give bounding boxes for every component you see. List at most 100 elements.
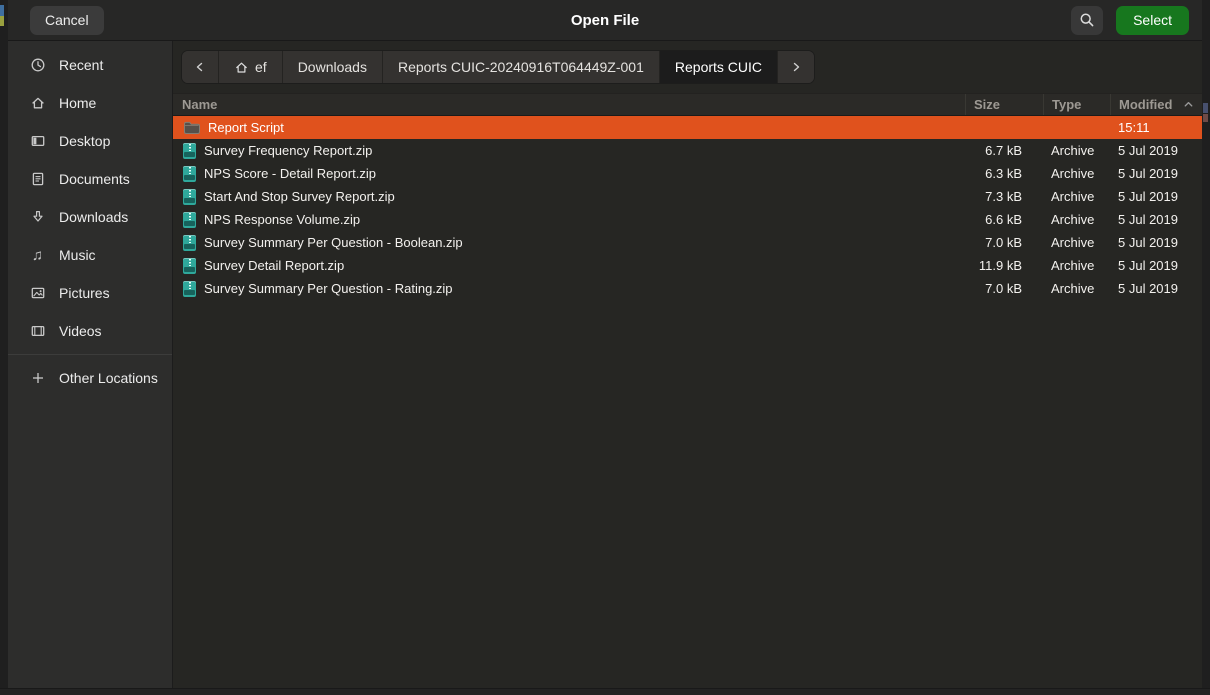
path-segment-label: Downloads [298,59,367,75]
file-modified: 5 Jul 2019 [1110,166,1202,181]
sidebar-item-label: Home [59,95,96,111]
chevron-left-icon [193,60,207,74]
dialog-body: Recent Home Desktop Documents [8,41,1202,688]
document-icon [29,171,46,188]
path-segment-label: ef [255,59,267,75]
open-file-dialog: Open File Cancel Select Recent Home [8,0,1202,688]
background-window-edge [0,16,4,26]
sidebar-item-documents[interactable]: Documents [8,160,172,198]
music-note-icon: ♫ [29,247,46,264]
file-row-report-script[interactable]: Report Script 15:11 [173,116,1202,139]
file-row[interactable]: Start And Stop Survey Report.zip 7.3 kB … [173,185,1202,208]
sort-ascending-icon [1182,98,1195,111]
sidebar-item-pictures[interactable]: Pictures [8,274,172,312]
file-name: NPS Response Volume.zip [204,212,360,227]
file-modified: 5 Jul 2019 [1110,189,1202,204]
column-header-type[interactable]: Type [1043,94,1110,115]
path-segment-reports-cuic[interactable]: Reports CUIC [660,51,778,83]
sidebar-separator [8,354,172,355]
column-header-label: Modified [1119,97,1172,112]
sidebar-item-videos[interactable]: Videos [8,312,172,350]
zip-archive-icon [183,189,196,205]
file-type: Archive [1043,258,1110,273]
file-type: Archive [1043,189,1110,204]
file-type: Archive [1043,281,1110,296]
zip-archive-icon [183,281,196,297]
list-column-headers: Name Size Type Modified [173,93,1202,116]
sidebar-item-label: Other Locations [59,370,158,386]
picture-icon [29,285,46,302]
file-modified: 15:11 [1110,120,1202,135]
file-list: Report Script 15:11 Survey Frequency Rep… [173,116,1202,688]
sidebar-item-label: Desktop [59,133,110,149]
sidebar-item-recent[interactable]: Recent [8,46,172,84]
file-name: Survey Frequency Report.zip [204,143,372,158]
cancel-button[interactable]: Cancel [30,6,104,35]
column-header-name[interactable]: Name [173,94,965,115]
search-button[interactable] [1071,6,1103,35]
sidebar-item-label: Pictures [59,285,110,301]
path-back-button[interactable] [182,51,219,83]
file-size: 7.0 kB [965,235,1043,250]
file-name: NPS Score - Detail Report.zip [204,166,376,181]
background-window-edge [1203,103,1208,113]
path-forward-button[interactable] [778,51,814,83]
file-size: 7.3 kB [965,189,1043,204]
file-type: Archive [1043,212,1110,227]
file-row[interactable]: Survey Summary Per Question - Boolean.zi… [173,231,1202,254]
column-header-size[interactable]: Size [965,94,1043,115]
file-size: 6.6 kB [965,212,1043,227]
file-name: Start And Stop Survey Report.zip [204,189,395,204]
file-browser: ef Downloads Reports CUIC-20240916T06444… [173,41,1202,688]
file-row[interactable]: Survey Summary Per Question - Rating.zip… [173,277,1202,300]
file-size: 11.9 kB [965,258,1043,273]
clock-icon [29,57,46,74]
sidebar-item-label: Documents [59,171,130,187]
dialog-title: Open File [8,12,1202,29]
plus-icon [29,370,46,387]
column-header-modified[interactable]: Modified [1110,94,1202,115]
sidebar-item-label: Music [59,247,96,263]
path-segment-home[interactable]: ef [219,51,283,83]
file-row[interactable]: Survey Frequency Report.zip 6.7 kB Archi… [173,139,1202,162]
download-icon [29,209,46,226]
zip-archive-icon [183,235,196,251]
video-icon [29,323,46,340]
path-segment-label: Reports CUIC [675,59,762,75]
zip-archive-icon [183,258,196,274]
file-size: 7.0 kB [965,281,1043,296]
file-type: Archive [1043,166,1110,181]
home-icon [29,95,46,112]
file-row[interactable]: NPS Response Volume.zip 6.6 kB Archive 5… [173,208,1202,231]
file-size: 6.3 kB [965,166,1043,181]
sidebar-item-other-locations[interactable]: Other Locations [8,359,172,397]
file-row[interactable]: Survey Detail Report.zip 11.9 kB Archive… [173,254,1202,277]
folder-icon [183,121,200,135]
background-window-edge [0,5,4,16]
sidebar-item-downloads[interactable]: Downloads [8,198,172,236]
file-modified: 5 Jul 2019 [1110,235,1202,250]
sidebar-item-home[interactable]: Home [8,84,172,122]
file-type: Archive [1043,143,1110,158]
zip-archive-icon [183,166,196,182]
background-window-bottom [0,688,1210,695]
file-name: Report Script [208,120,284,135]
home-icon [234,60,249,75]
file-name: Survey Summary Per Question - Rating.zip [204,281,453,296]
file-type: Archive [1043,235,1110,250]
sidebar-item-desktop[interactable]: Desktop [8,122,172,160]
file-modified: 5 Jul 2019 [1110,258,1202,273]
file-name: Survey Summary Per Question - Boolean.zi… [204,235,463,250]
file-row[interactable]: NPS Score - Detail Report.zip 6.3 kB Arc… [173,162,1202,185]
file-size: 6.7 kB [965,143,1043,158]
select-button[interactable]: Select [1116,6,1189,35]
file-modified: 5 Jul 2019 [1110,212,1202,227]
sidebar-item-label: Videos [59,323,102,339]
sidebar-item-label: Recent [59,57,103,73]
path-segment-label: Reports CUIC-20240916T064449Z-001 [398,59,644,75]
chevron-right-icon [789,60,803,74]
path-segment-reports-cuic-full[interactable]: Reports CUIC-20240916T064449Z-001 [383,51,660,83]
path-segment-downloads[interactable]: Downloads [283,51,383,83]
zip-archive-icon [183,143,196,159]
sidebar-item-music[interactable]: ♫ Music [8,236,172,274]
